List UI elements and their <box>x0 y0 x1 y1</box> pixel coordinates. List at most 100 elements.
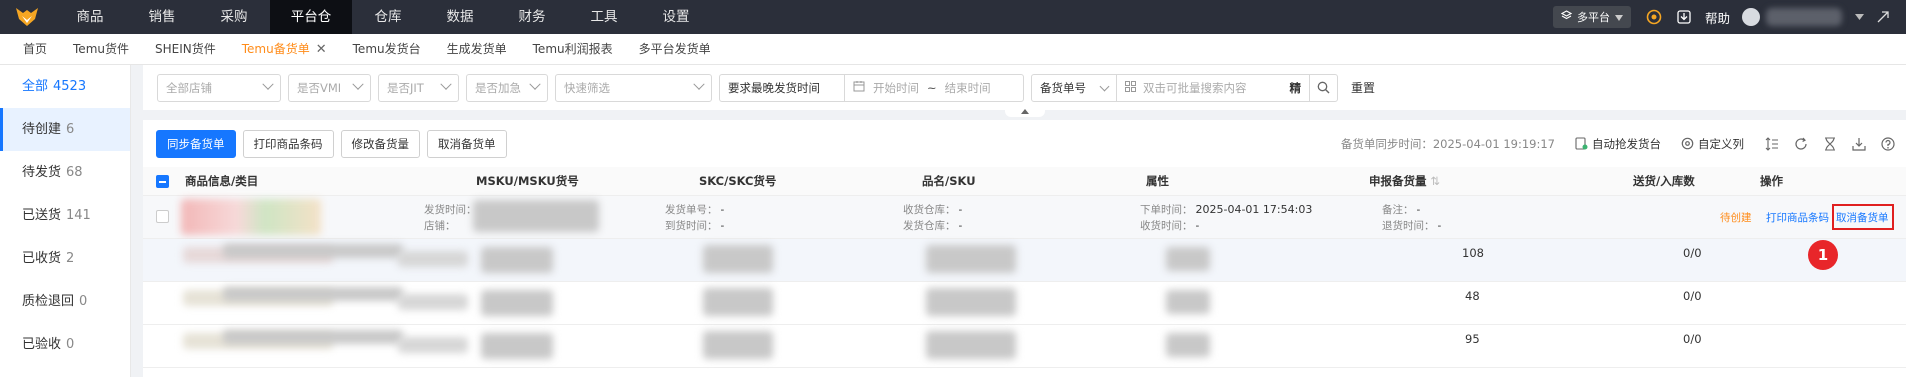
print-barcode-button[interactable]: 打印商品条码 <box>242 129 334 158</box>
urgent-select[interactable]: 是否加急 <box>466 73 548 102</box>
nav-item-purchase[interactable]: 采购 <box>198 0 270 34</box>
app-logo[interactable] <box>0 0 54 34</box>
order-checkbox[interactable] <box>156 210 169 223</box>
sidebar-item-accepted[interactable]: 已验收 0 <box>0 323 130 366</box>
page-tabs: 首页 Temu货件 SHEIN货件 Temu备货单 ✕ Temu发货台 生成发货单… <box>0 34 1906 65</box>
row-height-icon[interactable] <box>1764 136 1780 152</box>
auto-grab-link[interactable]: 自动抢发货台 <box>1575 136 1661 152</box>
quick-filter-select[interactable]: 快速筛选 <box>555 73 712 102</box>
tab-temu-shipments[interactable]: Temu货件 <box>60 34 142 65</box>
shop-select[interactable]: 全部店铺 <box>157 73 281 102</box>
chevron-down-icon <box>352 78 364 90</box>
time-type-select[interactable]: 要求最晚发货时间 <box>720 75 844 101</box>
username-redacted[interactable] <box>1766 8 1842 26</box>
cancel-orders-button[interactable]: 取消备货单 <box>427 129 507 158</box>
tab-home[interactable]: 首页 <box>10 34 60 65</box>
nav-item-finance[interactable]: 财务 <box>496 0 568 34</box>
date-range-input[interactable]: 开始时间 ~ 结束时间 <box>844 74 1023 101</box>
sidebar-item-label: 已验收 <box>22 337 62 352</box>
sidebar-item-received[interactable]: 已收货 2 <box>0 237 130 280</box>
download-icon[interactable] <box>1675 8 1693 26</box>
notification-icon[interactable] <box>1645 8 1663 26</box>
toolbar-right: 备货单同步时间：2025-04-01 19:19:17 自动抢发货台 自定义列 <box>1341 120 1906 167</box>
reset-button[interactable]: 重置 <box>1351 79 1375 96</box>
tab-temu-profit-report[interactable]: Temu利润报表 <box>520 34 626 65</box>
sidebar-item-label: 全部 <box>22 79 49 94</box>
name-sku-redacted <box>926 245 1016 273</box>
time-range-filter: 要求最晚发货时间 开始时间 ~ 结束时间 <box>719 73 1024 102</box>
store-label: 店铺： <box>424 220 456 232</box>
nav-item-sales[interactable]: 销售 <box>126 0 198 34</box>
select-all-checkbox[interactable] <box>156 175 169 188</box>
help-icon[interactable] <box>1880 136 1896 152</box>
hourglass-icon[interactable] <box>1822 136 1838 152</box>
nav-item-products[interactable]: 商品 <box>54 0 126 34</box>
sidebar-item-label: 已送货 <box>22 208 62 223</box>
search-button[interactable] <box>1309 74 1337 101</box>
product-info-redacted <box>398 337 468 353</box>
chevron-down-icon[interactable] <box>1850 8 1868 26</box>
nav-item-warehouse[interactable]: 仓库 <box>352 0 424 34</box>
sidebar-item-to-create[interactable]: 待创建 6 <box>0 108 130 151</box>
tab-temu-shipping-desk[interactable]: Temu发货台 <box>340 34 434 65</box>
sync-orders-button[interactable]: 同步备货单 <box>156 129 236 158</box>
col-declared-qty[interactable]: 申报备货量 ⇅ <box>1369 167 1440 196</box>
grid-icon <box>1125 80 1136 95</box>
modify-quantity-button[interactable]: 修改备货量 <box>340 129 420 158</box>
export-icon[interactable] <box>1851 136 1867 152</box>
print-barcode-action[interactable]: 打印商品条码 <box>1766 210 1829 225</box>
fullscreen-icon[interactable] <box>1874 8 1892 26</box>
custom-columns-link[interactable]: 自定义列 <box>1681 136 1744 152</box>
settings-icon <box>1681 137 1694 150</box>
exact-match-toggle[interactable]: 精 <box>1290 80 1302 96</box>
tab-generate-shipping[interactable]: 生成发货单 <box>434 34 520 65</box>
jit-select-value: 是否JIT <box>387 80 424 95</box>
nav-item-settings[interactable]: 设置 <box>640 0 712 34</box>
order-field-select[interactable]: 备货单号 <box>1032 75 1116 101</box>
tab-multi-platform-shipping[interactable]: 多平台发货单 <box>626 34 724 65</box>
tab-label: 多平台发货单 <box>638 41 711 56</box>
help-link[interactable]: 帮助 <box>1705 8 1730 27</box>
name-sku-redacted <box>926 288 1016 316</box>
avatar[interactable] <box>1742 8 1760 26</box>
chevron-up-icon <box>1021 108 1029 114</box>
recv-warehouse-label: 收货仓库： <box>903 204 956 216</box>
vmi-select[interactable]: 是否VMI <box>288 73 371 102</box>
sidebar-item-qc-returned[interactable]: 质检退回 0 <box>0 280 130 323</box>
skc-redacted <box>703 245 773 273</box>
tab-temu-stock-orders[interactable]: Temu备货单 ✕ <box>229 34 340 65</box>
nav-item-tools[interactable]: 工具 <box>568 0 640 34</box>
tab-label: Temu利润报表 <box>532 41 613 56</box>
ship-no-value: - <box>720 204 725 216</box>
sync-time-text: 备货单同步时间：2025-04-01 19:19:17 <box>1340 136 1555 151</box>
sidebar-item-count: 0 <box>79 294 88 309</box>
order-field-value: 备货单号 <box>1040 80 1086 95</box>
order-header-row: 发货时间： 店铺： 发货单号： - 到货时间： - 收货仓库： - 发货仓库： - 下单… <box>143 196 1906 239</box>
order-time-field: 下单时间： 2025-04-01 17:54:03 <box>1140 202 1312 217</box>
delivered-count: 0/0 <box>1683 289 1702 303</box>
refresh-icon[interactable] <box>1793 136 1809 152</box>
collapse-filters-toggle[interactable] <box>1005 105 1045 117</box>
order-time-value: 2025-04-01 17:54:03 <box>1195 203 1313 216</box>
platform-switcher[interactable]: 多平台 <box>1552 6 1631 28</box>
nav-item-platform-warehouse[interactable]: 平台仓 <box>270 0 352 34</box>
sidebar-item-delivered[interactable]: 已送货 141 <box>0 194 130 237</box>
sidebar-item-label: 质检退回 <box>22 294 75 309</box>
close-icon[interactable]: ✕ <box>316 34 327 65</box>
sidebar-item-all[interactable]: 全部 4523 <box>0 65 130 108</box>
nav-item-data[interactable]: 数据 <box>424 0 496 34</box>
table-header: 商品信息/类目 MSKU/MSKU货号 SKC/SKC货号 品名/SKU 属性 … <box>143 167 1906 196</box>
chevron-down-icon <box>529 78 541 90</box>
attributes-redacted <box>1166 333 1210 357</box>
sidebar-item-to-ship[interactable]: 待发货 68 <box>0 151 130 194</box>
tab-label: Temu发货台 <box>352 41 421 56</box>
col-attributes: 属性 <box>1146 174 1169 188</box>
tab-shein-shipments[interactable]: SHEIN货件 <box>142 34 229 65</box>
attributes-redacted <box>1166 290 1210 314</box>
sort-icon[interactable]: ⇅ <box>1431 174 1441 188</box>
table-row: 48 0/0 <box>143 282 1906 325</box>
sidebar-item-count: 4523 <box>53 79 87 94</box>
batch-search-input[interactable]: 双击可批量搜索内容 精 <box>1116 74 1309 101</box>
recv-time-field: 收货时间： - <box>1140 218 1199 233</box>
jit-select[interactable]: 是否JIT <box>378 73 459 102</box>
